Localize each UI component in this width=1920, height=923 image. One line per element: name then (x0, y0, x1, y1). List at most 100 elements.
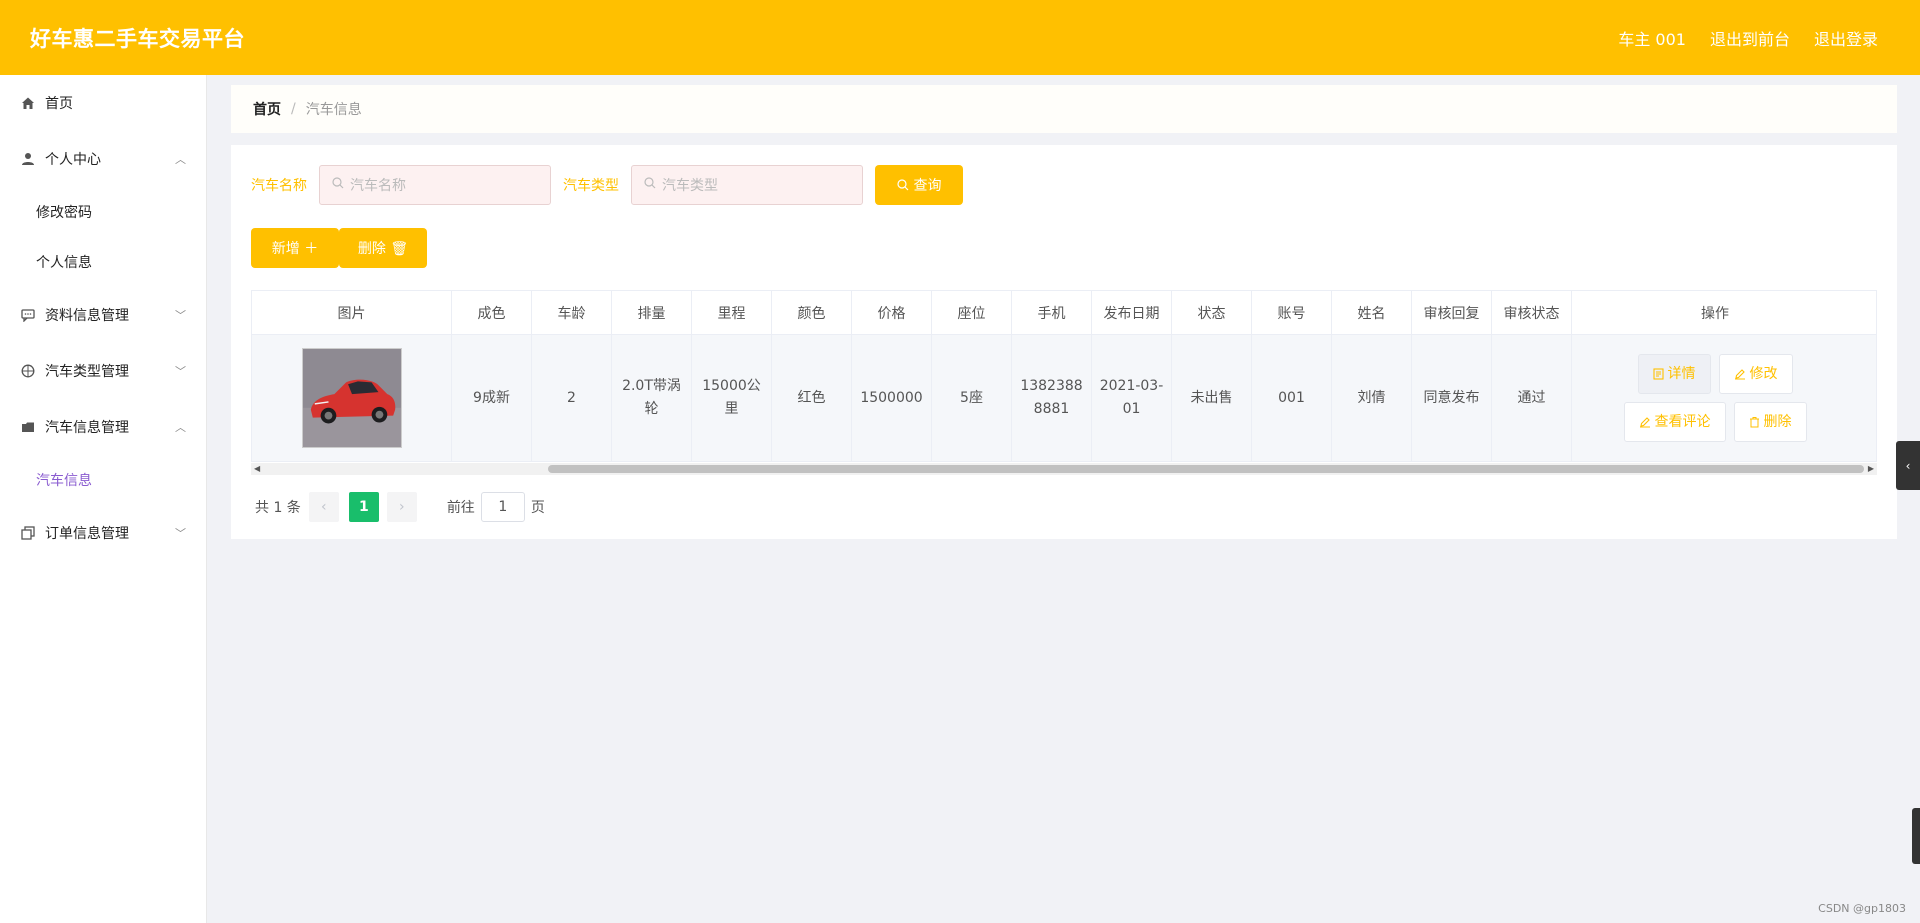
main-card: 汽车名称 汽车名称 汽车类型 汽车类型 查询 新增 ＋ 删除 🗑 图片 成色 车… (231, 145, 1897, 539)
edit-button[interactable]: 修改 (1718, 354, 1793, 394)
chevron-down-icon: ﹀ (175, 527, 186, 540)
column-header: 里程 (692, 291, 772, 334)
sidebar-item-label: 首页 (45, 96, 73, 112)
displacement-cell: 2.0T带涡轮 (612, 335, 692, 461)
age-cell: 2 (532, 335, 612, 461)
folder-icon (20, 419, 36, 435)
status-cell: 未出售 (1172, 335, 1252, 461)
add-button[interactable]: 新增 ＋ (251, 228, 339, 268)
header-links: 车主 001 退出到前台 退出登录 (1618, 26, 1878, 50)
sidebar-item-data-management[interactable]: 资料信息管理 ﹀ (0, 287, 206, 343)
view-reviews-button[interactable]: 查看评论 (1623, 402, 1726, 442)
current-user-label[interactable]: 车主 001 (1618, 26, 1686, 50)
next-page-button[interactable]: › (386, 492, 417, 522)
car-name-input[interactable]: 汽车名称 (319, 165, 551, 205)
delete-button[interactable]: 删除 🗑 (339, 228, 427, 268)
column-header: 状态 (1172, 291, 1252, 334)
page-number-button[interactable]: 1 (348, 492, 379, 522)
operations-row: 查看评论 删除 (1623, 402, 1807, 442)
price-cell: 1500000 (852, 335, 932, 461)
sidebar-item-car-type-management[interactable]: 汽车类型管理 ﹀ (0, 343, 206, 399)
search-icon (332, 177, 344, 193)
car-table: 图片 成色 车龄 排量 里程 颜色 价格 座位 手机 发布日期 状态 账号 姓名… (251, 290, 1877, 462)
edit-button-label: 修改 (1749, 365, 1778, 382)
column-header: 价格 (852, 291, 932, 334)
view-reviews-label: 查看评论 (1654, 413, 1711, 430)
color-cell: 红色 (772, 335, 852, 461)
breadcrumb-current: 汽车信息 (305, 102, 362, 118)
side-handle[interactable] (1912, 808, 1920, 864)
car-name-label: 汽车名称 (251, 178, 307, 194)
document-icon (1652, 368, 1664, 380)
breadcrumb-home[interactable]: 首页 (253, 99, 281, 119)
column-header: 审核回复 (1412, 291, 1492, 334)
row-delete-button[interactable]: 删除 (1733, 402, 1807, 442)
goto-page-input[interactable]: 1 (480, 492, 525, 522)
row-delete-label: 删除 (1763, 413, 1792, 430)
scrollbar-thumb[interactable] (548, 465, 1864, 473)
sidebar-item-home[interactable]: 首页 (0, 75, 206, 131)
page-suffix: 页 (530, 500, 545, 516)
car-name-placeholder: 汽车名称 (350, 178, 406, 194)
copy-icon (20, 525, 36, 541)
logout-link[interactable]: 退出登录 (1814, 26, 1878, 50)
breadcrumb-separator: / (291, 101, 296, 117)
sidebar-item-car-info-management[interactable]: 汽车信息管理 ︿ (0, 399, 206, 455)
account-cell: 001 (1252, 335, 1332, 461)
search-icon (896, 179, 909, 191)
column-header: 操作 (1701, 305, 1729, 322)
sidebar-item-order-management[interactable]: 订单信息管理 ﹀ (0, 505, 206, 561)
exit-to-front-link[interactable]: 退出到前台 (1710, 26, 1790, 50)
breadcrumb: 首页 / 汽车信息 (231, 85, 1897, 133)
sidebar-subitem-car-info[interactable]: 汽车信息 (0, 455, 206, 505)
car-type-input[interactable]: 汽车类型 (631, 165, 863, 205)
car-image-cell (252, 335, 452, 461)
condition-cell: 9成新 (452, 335, 532, 461)
phone-cell: 13823888881 (1012, 335, 1092, 461)
prev-page-button[interactable]: ‹ (308, 492, 339, 522)
scroll-left-icon[interactable]: ◀ (254, 464, 260, 473)
column-header: 座位 (932, 291, 1012, 334)
goto-label: 前往 (446, 500, 475, 516)
total-count: 共 1 条 (255, 500, 301, 516)
seats-cell: 5座 (932, 335, 1012, 461)
column-header: 颜色 (772, 291, 852, 334)
car-photo[interactable] (301, 348, 402, 448)
car-type-placeholder: 汽车类型 (662, 178, 718, 194)
reply-cell: 同意发布 (1412, 335, 1492, 461)
goto-page: 前往 1 页 (447, 492, 545, 522)
detail-button[interactable]: 详情 (1637, 354, 1711, 394)
collapse-panel-tab[interactable]: ‹ (1896, 441, 1920, 490)
column-header: 排量 (612, 291, 692, 334)
chevron-up-icon: ︿ (175, 421, 186, 434)
compass-icon (20, 363, 36, 379)
table-row: 9成新 2 2.0T带涡轮 15000公里 红色 1500000 5座 1382… (252, 335, 1876, 461)
sidebar-subitem-personal-info[interactable]: 个人信息 (0, 237, 206, 287)
mileage-cell: 15000公里 (692, 335, 772, 461)
sidebar: 首页 个人中心 ︿ 修改密码 个人信息 资料信息管理 ﹀ 汽车类型管理 ﹀ 汽车… (0, 75, 207, 923)
sidebar-item-personal-center[interactable]: 个人中心 ︿ (0, 131, 206, 187)
operations-row: 详情 修改 (1624, 354, 1807, 394)
chat-icon (20, 307, 36, 323)
query-button[interactable]: 查询 (875, 165, 963, 205)
sidebar-subitem-change-password[interactable]: 修改密码 (0, 187, 206, 237)
edit-icon (1734, 368, 1746, 380)
trash-icon (1749, 416, 1760, 428)
search-bar: 汽车名称 汽车名称 汽车类型 汽车类型 查询 (251, 165, 963, 205)
operations-group: 详情 修改 查看评论 删除 (1623, 354, 1807, 442)
column-header: 账号 (1252, 291, 1332, 334)
home-icon (20, 95, 36, 111)
top-header: 好车惠二手车交易平台 车主 001 退出到前台 退出登录 (0, 0, 1920, 75)
column-header: 发布日期 (1092, 291, 1172, 334)
date-cell: 2021-03-01 (1092, 335, 1172, 461)
column-header: 车龄 (532, 291, 612, 334)
operations-cell: 详情 修改 查看评论 删除 (1572, 335, 1858, 461)
sidebar-item-label: 汽车信息管理 (45, 420, 129, 436)
column-header: 姓名 (1332, 291, 1412, 334)
scroll-right-icon[interactable]: ▶ (1868, 464, 1874, 473)
brand-title: 好车惠二手车交易平台 (30, 26, 245, 51)
audit-status-cell: 通过 (1492, 335, 1572, 461)
horizontal-scrollbar[interactable]: ◀ ▶ (251, 463, 1877, 475)
column-header: 成色 (452, 291, 532, 334)
sidebar-item-label: 资料信息管理 (45, 308, 129, 324)
